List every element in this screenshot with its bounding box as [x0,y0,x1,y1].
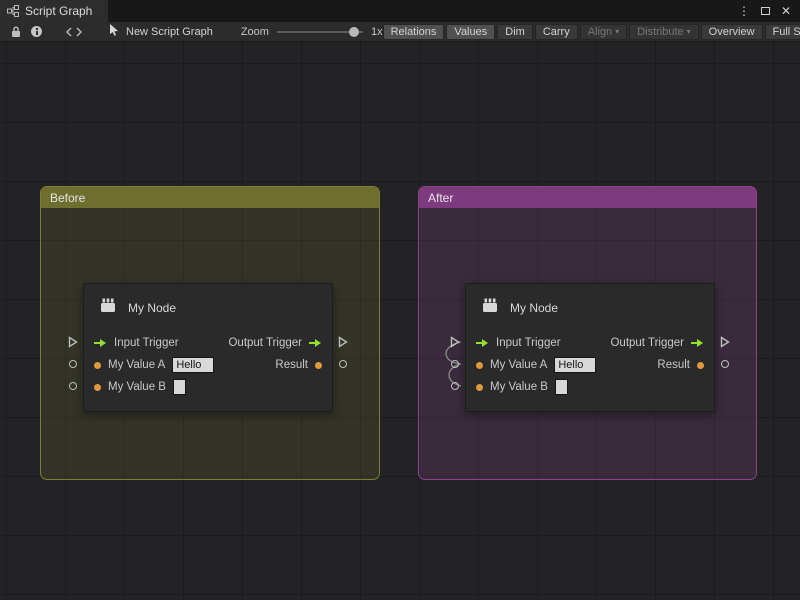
node-header[interactable]: My Node [466,284,714,332]
input-trigger-label: Input Trigger [114,337,179,349]
dim-button[interactable]: Dim [497,24,533,40]
flow-in-icon[interactable] [94,338,107,348]
toolbar-buttons: Relations Values Dim Carry Align▾ Distri… [383,22,800,41]
flow-out-icon[interactable] [309,338,322,348]
port-row-value-a: My Value A Result [466,354,714,376]
value-a-outer-port[interactable] [69,360,77,368]
window-controls: ⋮ ✕ [738,0,800,22]
script-graph-icon [7,5,19,17]
value-b-input[interactable] [173,379,186,395]
value-b-input[interactable] [555,379,568,395]
output-trigger-label: Output Trigger [610,337,684,349]
group-before-header[interactable]: Before [41,187,379,208]
relations-button[interactable]: Relations [383,24,445,40]
graph-toolbar: New Script Graph Zoom 1x Relations Value… [0,22,800,42]
value-b-outer-port[interactable] [451,382,459,390]
tab-script-graph[interactable]: Script Graph [0,0,108,22]
value-a-label: My Value A [108,359,165,371]
zoom-control: Zoom 1x [241,26,383,38]
chevron-down-icon: ▾ [687,28,691,36]
result-label: Result [275,359,308,371]
carry-button[interactable]: Carry [535,24,578,40]
zoom-value: 1x [371,26,383,38]
node-icon [97,295,119,322]
cursor-icon [109,24,120,39]
group-before-title: Before [50,191,85,205]
result-port-icon[interactable] [697,362,704,369]
flow-out-outer-port[interactable] [338,336,348,348]
lock-icon[interactable] [6,22,26,41]
code-icon[interactable] [61,22,87,41]
more-icon[interactable]: ⋮ [738,5,750,17]
node-icon [479,295,501,322]
value-b-outer-port[interactable] [69,382,77,390]
port-row-value-b: My Value B [84,376,332,398]
node-header[interactable]: My Node [84,284,332,332]
port-row-trigger: Input Trigger Output Trigger [84,332,332,354]
graph-name-label: New Script Graph [126,26,213,38]
graph-name[interactable]: New Script Graph [109,24,213,39]
group-after-title: After [428,191,453,205]
tab-bar-spacer [108,0,738,22]
output-trigger-label: Output Trigger [228,337,302,349]
tab-title: Script Graph [25,4,92,18]
node-my-node-after[interactable]: My Node Input Trigger Output Trigger My … [447,283,733,412]
flow-out-outer-port[interactable] [720,336,730,348]
input-trigger-label: Input Trigger [496,337,561,349]
close-icon[interactable]: ✕ [781,5,791,17]
tab-bar: Script Graph ⋮ ✕ [0,0,800,22]
node-body[interactable]: My Node Input Trigger Output Trigger My … [83,283,333,412]
node-my-node-before[interactable]: My Node Input Trigger Output Trigger My … [65,283,351,412]
fullscreen-button[interactable]: Full Scr [765,24,800,40]
node-title: My Node [128,301,176,315]
flow-in-icon[interactable] [476,338,489,348]
result-label: Result [657,359,690,371]
graph-canvas[interactable]: Before After My Node [0,42,800,600]
value-a-label: My Value A [490,359,547,371]
result-port-icon[interactable] [315,362,322,369]
flow-in-outer-port[interactable] [450,336,460,348]
maximize-icon[interactable] [761,5,770,17]
result-outer-port[interactable] [339,360,347,368]
distribute-button[interactable]: Distribute▾ [629,24,698,40]
result-outer-port[interactable] [721,360,729,368]
chevron-down-icon: ▾ [615,28,619,36]
overview-button[interactable]: Overview [701,24,763,40]
align-button[interactable]: Align▾ [580,24,627,40]
zoom-slider-handle[interactable] [349,27,359,37]
port-row-value-a: My Value A Result [84,354,332,376]
value-a-port-icon[interactable] [94,362,101,369]
zoom-label: Zoom [241,26,269,38]
value-b-label: My Value B [108,381,166,393]
group-after-header[interactable]: After [419,187,756,208]
port-row-value-b: My Value B [466,376,714,398]
value-a-input[interactable] [172,357,214,373]
zoom-slider[interactable] [277,31,363,33]
port-row-trigger: Input Trigger Output Trigger [466,332,714,354]
value-a-input[interactable] [554,357,596,373]
node-body[interactable]: My Node Input Trigger Output Trigger My … [465,283,715,412]
flow-out-icon[interactable] [691,338,704,348]
flow-in-outer-port[interactable] [68,336,78,348]
values-button[interactable]: Values [446,24,495,40]
value-b-port-icon[interactable] [94,384,101,391]
value-b-port-icon[interactable] [476,384,483,391]
info-icon[interactable] [26,22,47,41]
value-b-label: My Value B [490,381,548,393]
node-title: My Node [510,301,558,315]
value-a-outer-port[interactable] [451,360,459,368]
value-a-port-icon[interactable] [476,362,483,369]
